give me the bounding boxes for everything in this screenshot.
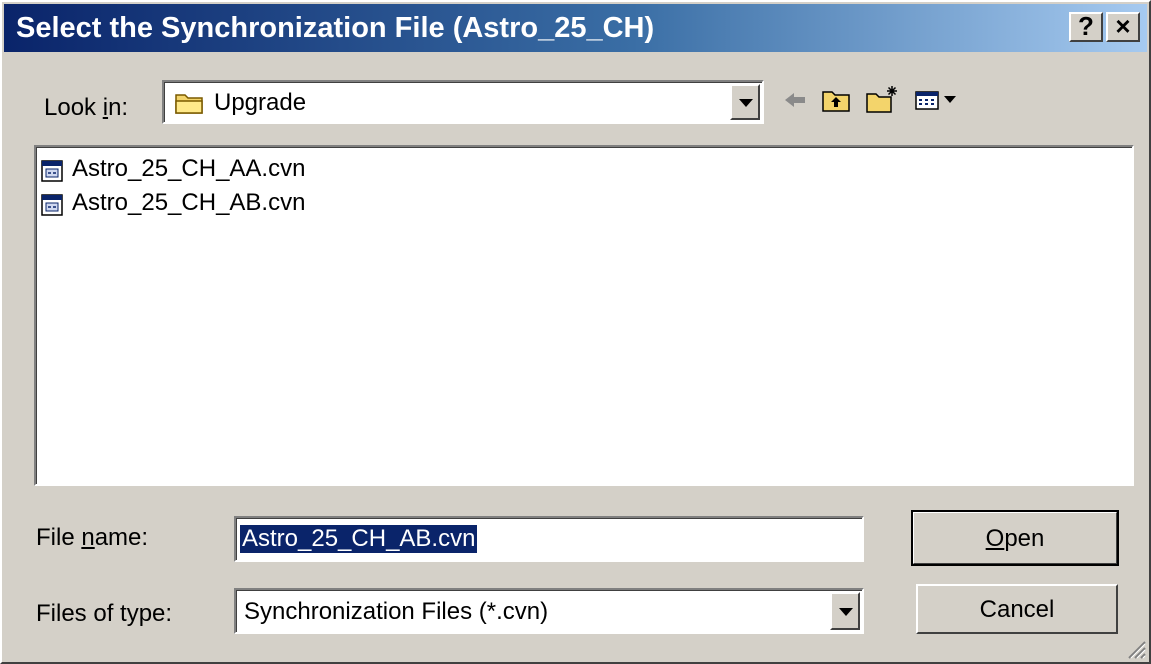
dialog-title: Select the Synchronization File (Astro_2… xyxy=(16,12,655,44)
cancel-button[interactable]: Cancel xyxy=(916,584,1118,634)
file-open-dialog: Select the Synchronization File (Astro_2… xyxy=(0,0,1151,664)
file-name-text: Astro_25_CH_AB.cvn xyxy=(72,189,306,216)
create-new-folder-icon[interactable] xyxy=(864,84,900,116)
cvn-file-icon xyxy=(41,160,63,182)
up-one-level-icon[interactable] xyxy=(820,84,852,116)
folder-icon xyxy=(175,94,203,114)
resize-grip-icon[interactable] xyxy=(1123,636,1147,660)
chevron-down-icon xyxy=(739,99,753,107)
file-name-input[interactable]: Astro_25_CH_AB.cvn xyxy=(234,516,864,562)
file-name-label: File name: xyxy=(36,524,149,551)
cvn-file-icon xyxy=(41,194,63,216)
look-in-dropdown[interactable]: Upgrade xyxy=(162,80,764,124)
files-of-type-label: Files of type: xyxy=(36,600,173,627)
look-in-label: Look in: xyxy=(44,94,129,121)
list-item[interactable]: Astro_25_CH_AA.cvn xyxy=(40,153,370,187)
close-button[interactable]: × xyxy=(1106,12,1140,42)
back-arrow-icon[interactable] xyxy=(782,84,808,116)
look-in-value: Upgrade xyxy=(214,89,307,116)
help-button[interactable]: ? xyxy=(1069,12,1103,42)
look-in-dropdown-button[interactable] xyxy=(730,84,760,120)
files-of-type-value: Synchronization Files (*.cvn) xyxy=(244,598,549,625)
view-menu-icon[interactable] xyxy=(914,84,962,116)
list-item[interactable]: Astro_25_CH_AB.cvn xyxy=(40,187,370,221)
file-name-text: Astro_25_CH_AA.cvn xyxy=(72,155,306,182)
files-of-type-dropdown[interactable]: Synchronization Files (*.cvn) xyxy=(234,588,864,634)
files-of-type-dropdown-button[interactable] xyxy=(830,592,860,630)
file-name-value: Astro_25_CH_AB.cvn xyxy=(240,525,478,553)
file-list[interactable]: Astro_25_CH_AA.cvn Astro_25_CH_AB.cvn xyxy=(34,145,1134,486)
title-bar[interactable]: Select the Synchronization File (Astro_2… xyxy=(4,4,1147,52)
chevron-down-icon xyxy=(839,608,853,616)
open-button[interactable]: Open xyxy=(911,510,1119,566)
